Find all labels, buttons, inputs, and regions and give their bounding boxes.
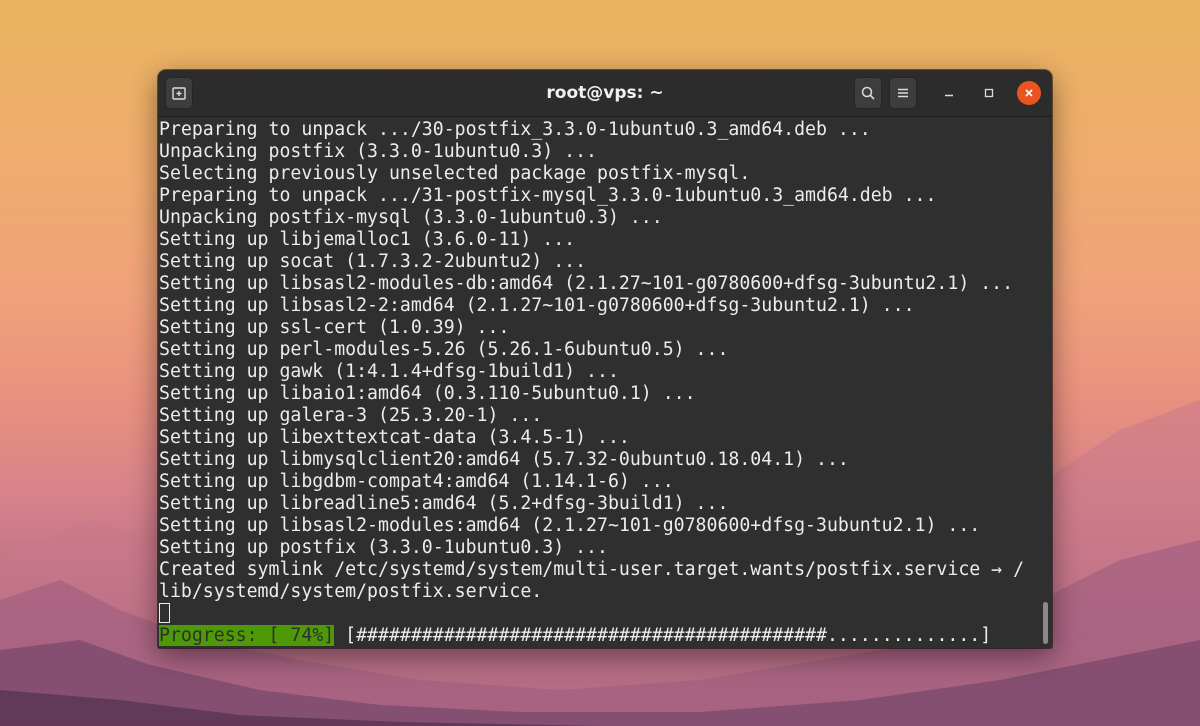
window-title: root@vps: ~ — [546, 83, 664, 103]
terminal-line: Setting up libsasl2-2:amd64 (2.1.27~101-… — [159, 295, 915, 316]
terminal-line: Setting up libmysqlclient20:amd64 (5.7.3… — [159, 449, 849, 470]
terminal-line: Setting up socat (1.7.3.2-2ubuntu2) ... — [159, 251, 587, 272]
terminal-line: Setting up perl-modules-5.26 (5.26.1-6ub… — [159, 339, 729, 360]
new-tab-button[interactable] — [165, 77, 193, 109]
terminal-line: Setting up postfix (3.3.0-1ubuntu0.3) ..… — [159, 537, 608, 558]
terminal-line: Created symlink /etc/systemd/system/mult… — [159, 559, 1025, 580]
maximize-icon — [984, 88, 994, 98]
terminal-line: Setting up libjemalloc1 (3.6.0-11) ... — [159, 229, 576, 250]
title-bar[interactable]: root@vps: ~ — [158, 70, 1052, 117]
hamburger-menu-icon — [898, 88, 908, 98]
terminal-line: Setting up libaio1:amd64 (0.3.110-5ubunt… — [159, 383, 696, 404]
scrollbar-thumb[interactable] — [1043, 602, 1048, 644]
terminal-window: root@vps: ~ Preparing to unpack .../30-p… — [158, 70, 1052, 648]
terminal-line: Selecting previously unselected package … — [159, 163, 751, 184]
maximize-button[interactable] — [977, 81, 1001, 105]
terminal-output[interactable]: Preparing to unpack .../30-postfix_3.3.0… — [158, 117, 1040, 648]
close-button[interactable] — [1017, 81, 1041, 105]
terminal-line: Setting up libgdbm-compat4:amd64 (1.14.1… — [159, 471, 674, 492]
progress-label: Progress: [ 74%] — [159, 625, 335, 646]
terminal-line: Unpacking postfix-mysql (3.3.0-1ubuntu0.… — [159, 207, 663, 228]
progress-line: Progress: [ 74%] [######################… — [158, 625, 1040, 647]
terminal-line: Setting up libsasl2-modules-db:amd64 (2.… — [159, 273, 1014, 294]
search-button[interactable] — [854, 77, 882, 109]
search-icon — [861, 86, 875, 100]
terminal-line: Setting up galera-3 (25.3.20-1) ... — [159, 405, 543, 426]
terminal-line: lib/systemd/system/postfix.service. — [159, 581, 543, 602]
progress-bar: [#######################################… — [334, 625, 992, 646]
terminal-line: Preparing to unpack .../31-postfix-mysql… — [159, 185, 937, 206]
text-cursor — [159, 603, 170, 623]
minimize-icon — [945, 94, 953, 97]
terminal-line: Setting up libsasl2-modules:amd64 (2.1.2… — [159, 515, 981, 536]
terminal-line: Setting up gawk (1:4.1.4+dfsg-1build1) .… — [159, 361, 619, 382]
terminal-line: Unpacking postfix (3.3.0-1ubuntu0.3) ... — [159, 141, 597, 162]
terminal-line: Preparing to unpack .../30-postfix_3.3.0… — [159, 119, 871, 140]
terminal-line: Setting up ssl-cert (1.0.39) ... — [159, 317, 510, 338]
terminal-line: Setting up libreadline5:amd64 (5.2+dfsg-… — [159, 493, 729, 514]
minimize-button[interactable] — [937, 81, 961, 105]
terminal-line: Setting up libexttextcat-data (3.4.5-1) … — [159, 427, 630, 448]
close-icon — [1025, 89, 1033, 97]
cursor-line — [158, 603, 1040, 625]
new-tab-icon — [172, 87, 186, 100]
menu-button[interactable] — [889, 77, 917, 109]
